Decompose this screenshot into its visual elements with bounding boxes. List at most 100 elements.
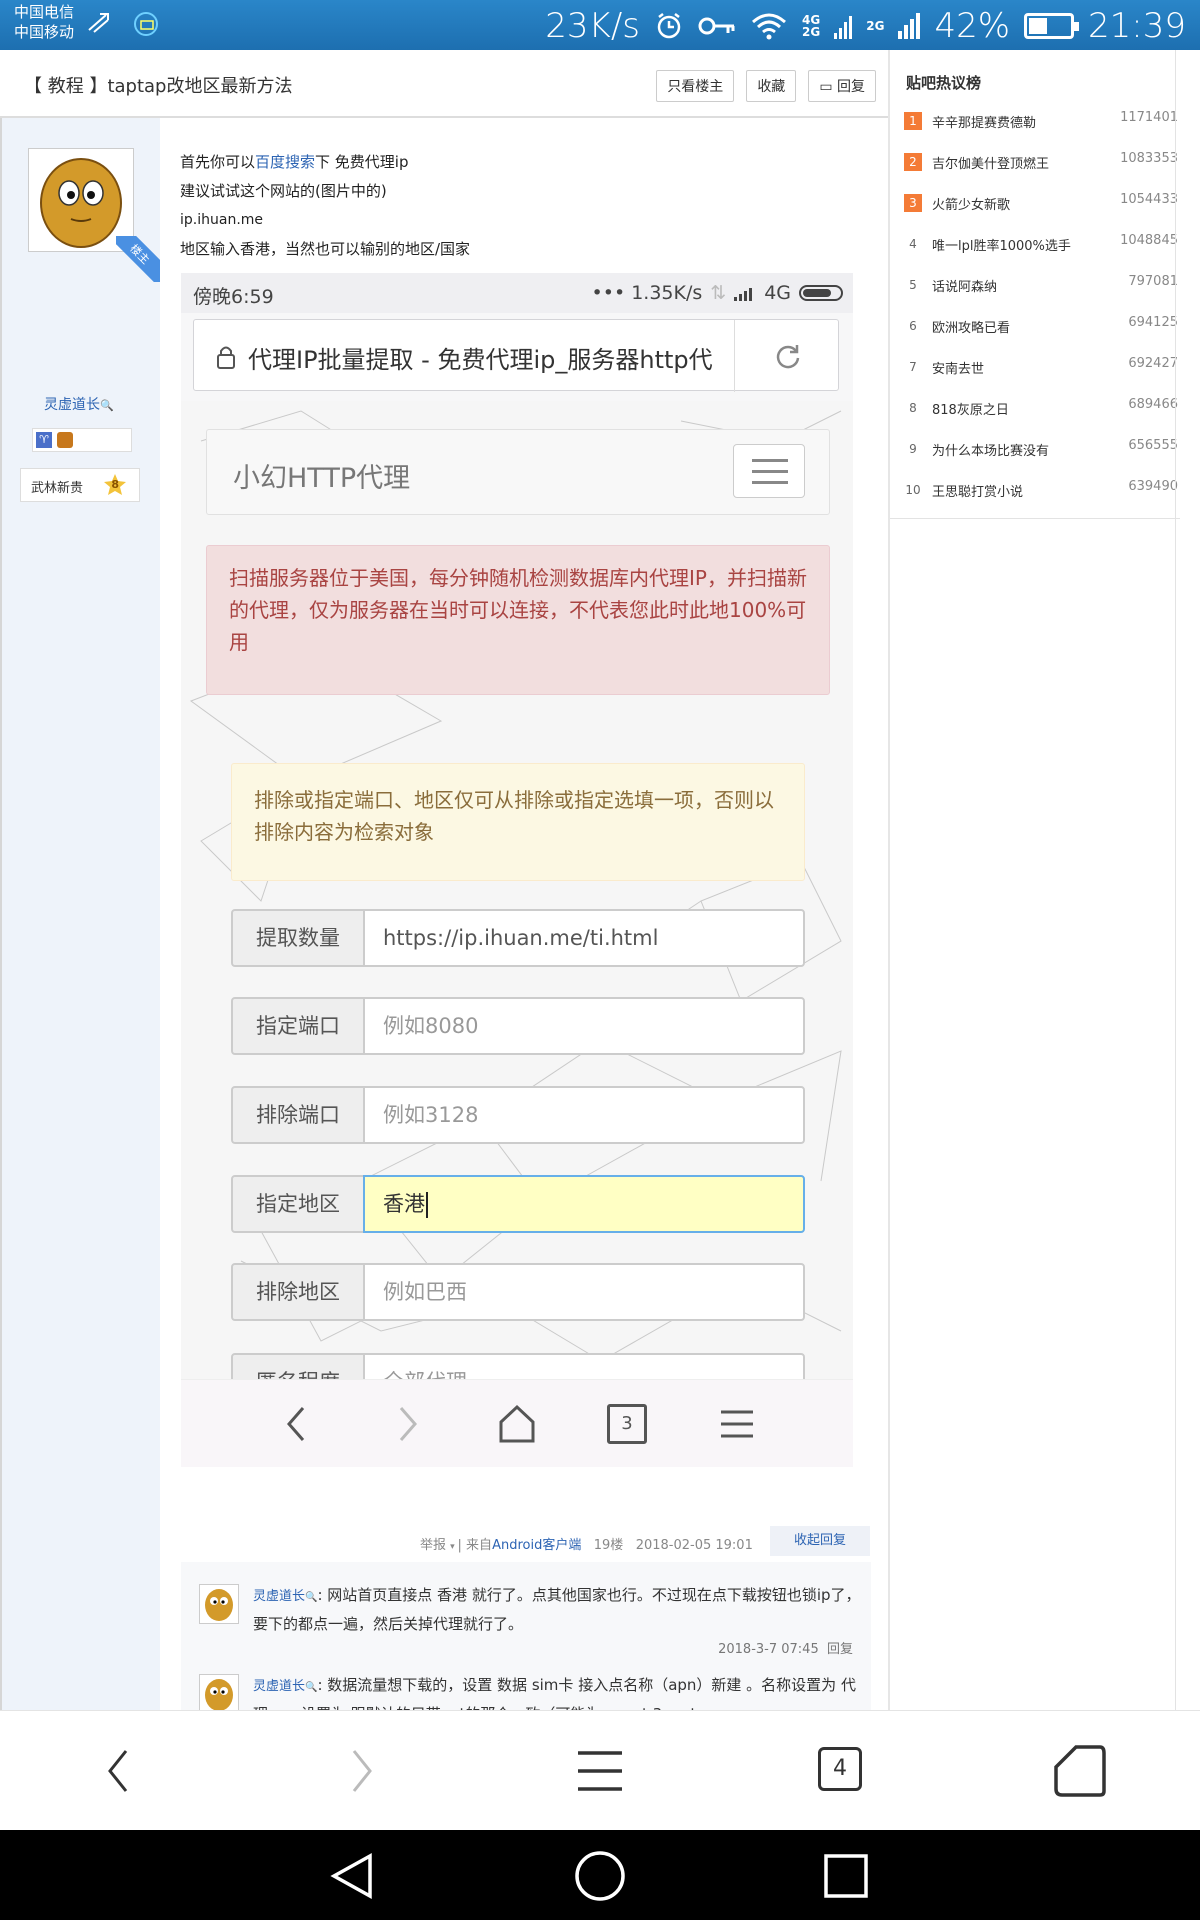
hot-topic: 话说阿森纳 xyxy=(932,280,998,295)
comment-time: 2018-3-7 07:45 回复 xyxy=(718,1638,853,1657)
hot-topic-item[interactable]: 2 吉尔伽美什登顶燃王 1083353 xyxy=(904,151,1178,192)
comment-text: : 数据流量想下载的，设置 数据 sim卡 接入点名称（apn）新建 。名称设置… xyxy=(253,1676,856,1712)
report-link[interactable]: 举报 xyxy=(420,1538,446,1553)
floor-number: 19楼 xyxy=(593,1538,624,1553)
back-icon[interactable] xyxy=(90,1741,150,1801)
label-count: 提取数量 xyxy=(231,909,365,967)
hot-topic: 安南去世 xyxy=(932,362,985,377)
hot-count: 1048845 xyxy=(1120,233,1178,248)
hot-topic-item[interactable]: 8 818灰原之日 689466 xyxy=(904,397,1178,438)
alert-danger: 扫描服务器位于美国，每分钟随机检测数据库内代理IP，并扫描新的代理，仅为服务器在… xyxy=(206,545,830,695)
reply-label: 回复 xyxy=(837,79,865,95)
author-name[interactable]: 灵虚道长🔍 xyxy=(44,394,114,414)
hot-count: 1083353 xyxy=(1120,151,1178,166)
hot-topic-item[interactable]: 9 为什么本场比赛没有 656555 xyxy=(904,438,1178,479)
intro-line-2: 建议试试这个网站的(图片中的) xyxy=(180,182,387,200)
hot-count: 656555 xyxy=(1128,438,1178,453)
hot-border xyxy=(1175,50,1176,1710)
shot-data-icon: ⇅ xyxy=(710,282,727,304)
op-badge: 楼主 xyxy=(116,236,162,282)
label-anonymity: 匿名程度 xyxy=(231,1353,365,1379)
field-region: 香港 xyxy=(363,1175,805,1233)
form-row-port: 指定端口 例如8080 xyxy=(231,997,805,1055)
home-icon[interactable] xyxy=(1050,1741,1110,1801)
screen: 中国电信 中国移动 23K/s 4G 2G 2G 42% 21:39 【 教程 】… xyxy=(0,0,1200,1920)
hot-topic: 火箭少女新歌 xyxy=(932,198,1011,213)
signal-icon-2 xyxy=(898,13,921,39)
network-type: 4G 2G xyxy=(802,14,820,38)
intro-text: 首先你可以 xyxy=(180,153,256,171)
collapse-replies-button[interactable]: 收起回复 xyxy=(770,1526,870,1556)
net-2g-a: 2G xyxy=(802,25,821,39)
comment-author[interactable]: 灵虚道长 xyxy=(253,1589,305,1604)
header-buttons: 只看楼主 收藏 ▭ 回复 xyxy=(656,70,876,102)
field-exclude-region: 例如巴西 xyxy=(363,1263,805,1321)
author-icons: ♈ xyxy=(32,428,132,452)
nav-home-icon[interactable] xyxy=(572,1848,628,1904)
hot-rank: 6 xyxy=(909,319,917,333)
field-region-value: 香港 xyxy=(383,1192,425,1216)
label-exclude-region: 排除地区 xyxy=(231,1263,365,1321)
text-caret xyxy=(426,1192,428,1218)
post-intro: 首先你可以百度搜索下 免费代理ip 建议试试这个网站的(图片中的) ip.ihu… xyxy=(180,148,470,264)
status-right: 23K/s 4G 2G 2G 42% 21:39 xyxy=(545,6,1186,46)
tabs-count: 4 xyxy=(818,1747,862,1791)
comment-avatar[interactable] xyxy=(199,1674,239,1712)
nav-recents-icon[interactable] xyxy=(818,1848,874,1904)
hot-separator xyxy=(890,518,1180,519)
shot-signal-icon xyxy=(734,288,753,301)
comment-avatar[interactable] xyxy=(199,1584,239,1624)
hot-topics-list: 1 辛辛那提赛费德勒 1171401 2 吉尔伽美什登顶燃王 1083353 3 火箭少女… xyxy=(904,110,1178,520)
intro-text-2: 下 免费代理ip xyxy=(315,153,409,171)
hot-rank: 2 xyxy=(904,153,922,171)
hot-topic-item[interactable]: 4 唯一lpl胜率1000%选手 1048845 xyxy=(904,233,1178,274)
reply-button[interactable]: ▭ 回复 xyxy=(808,70,876,102)
signal-icon-1 xyxy=(834,16,853,39)
network-type-2: 2G xyxy=(866,20,884,32)
shot-url-bar: 代理IP批量提取 - 免费代理ip_服务器http代 xyxy=(193,319,839,392)
comment-date: 2018-3-7 07:45 xyxy=(718,1642,819,1657)
tabs-button[interactable]: 4 xyxy=(810,1741,870,1801)
shot-tabs-button: 3 xyxy=(607,1404,647,1444)
battery-icon xyxy=(1024,13,1080,39)
hot-rank: 3 xyxy=(904,194,922,212)
menu-icon[interactable] xyxy=(570,1741,630,1801)
only-op-button[interactable]: 只看楼主 xyxy=(656,70,735,102)
forward-icon[interactable] xyxy=(330,1741,390,1801)
magnifier-icon: 🔍 xyxy=(305,1682,318,1693)
source-client-link[interactable]: Android客户端 xyxy=(492,1538,581,1553)
form-row-exclude-port: 排除端口 例如3128 xyxy=(231,1086,805,1144)
reply-icon: ▭ xyxy=(819,79,837,95)
lock-icon xyxy=(217,346,235,369)
shot-battery-icon xyxy=(799,285,843,301)
comment-reply-link[interactable]: 回复 xyxy=(827,1642,853,1657)
aries-icon: ♈ xyxy=(36,432,52,448)
hot-rank: 5 xyxy=(909,278,917,292)
baidu-search-link[interactable]: 百度搜索 xyxy=(255,153,315,171)
hot-topic-item[interactable]: 6 欧洲攻略已看 694125 xyxy=(904,315,1178,356)
comment-author[interactable]: 灵虚道长 xyxy=(253,1679,305,1694)
battery-percent: 42% xyxy=(934,6,1011,46)
shot-status-bar: 傍晚6:59 ••• 1.35K/s ⇅ 4G xyxy=(181,273,853,313)
intro-line-4: 地区输入香港，当然也可以输别的地区/国家 xyxy=(180,240,471,258)
notification-icons xyxy=(86,10,162,40)
hot-topic-item[interactable]: 1 辛辛那提赛费德勒 1171401 xyxy=(904,110,1178,151)
reload-icon xyxy=(776,345,800,369)
shot-browser-toolbar: 3 xyxy=(181,1379,853,1467)
usb-icon xyxy=(88,13,109,33)
hot-topic-item[interactable]: 10 王思聪打赏小说 639490 xyxy=(904,479,1178,520)
favorite-button[interactable]: 收藏 xyxy=(746,70,797,102)
hot-topic-item[interactable]: 7 安南去世 692427 xyxy=(904,356,1178,397)
alarm-icon xyxy=(657,13,681,39)
url-divider xyxy=(734,320,735,392)
browser-toolbar: 4 xyxy=(0,1710,1200,1830)
hot-rank: 9 xyxy=(909,442,917,456)
level-title: 武林新贵 xyxy=(31,481,84,496)
shot-menu-icon xyxy=(721,1410,753,1438)
hot-count: 689466 xyxy=(1128,397,1178,412)
embedded-screenshot[interactable]: 傍晚6:59 ••• 1.35K/s ⇅ 4G 代理IP批量提取 - 免费代理i… xyxy=(181,273,853,1467)
hot-topic-item[interactable]: 3 火箭少女新歌 1054433 xyxy=(904,192,1178,233)
nav-back-icon[interactable] xyxy=(326,1848,382,1904)
hot-topic-item[interactable]: 5 话说阿森纳 797081 xyxy=(904,274,1178,315)
hot-topic: 辛辛那提赛费德勒 xyxy=(932,116,1037,131)
